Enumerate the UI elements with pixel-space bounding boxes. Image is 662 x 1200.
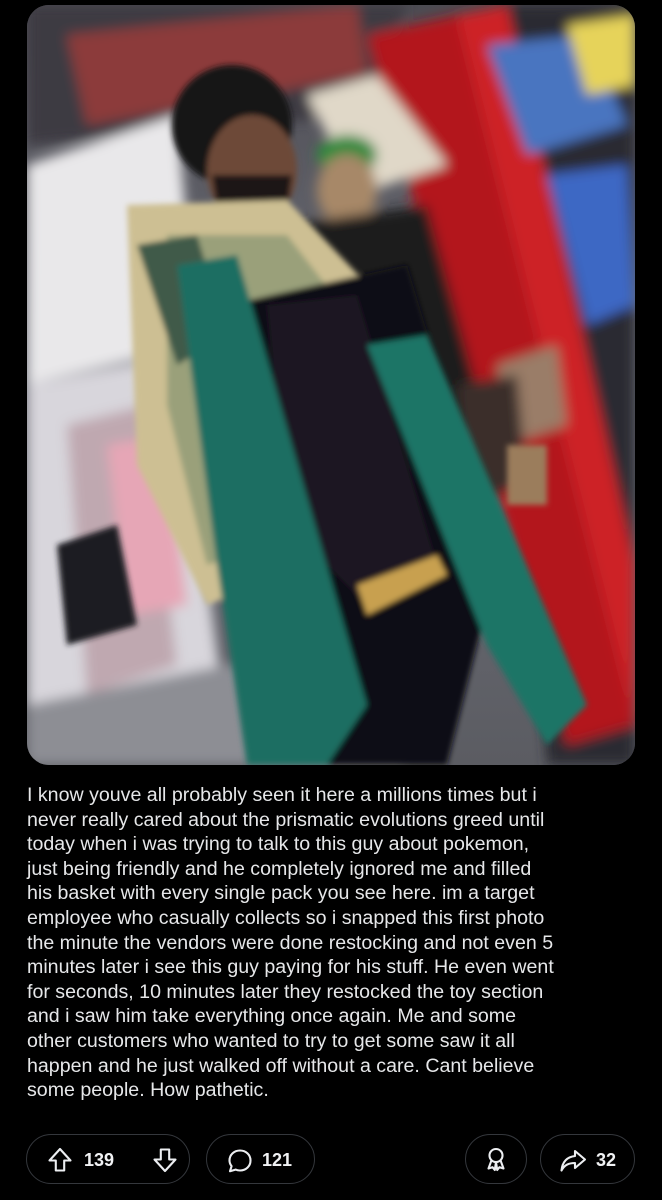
award-button[interactable] [465, 1134, 527, 1184]
post-photo [27, 5, 635, 765]
share-count: 32 [596, 1150, 617, 1170]
share-button[interactable]: 32 [540, 1134, 635, 1184]
comment-button[interactable]: 121 [206, 1134, 315, 1184]
share-arrow-icon [559, 1148, 587, 1174]
post-action-bar: 139 121 32 [0, 1134, 662, 1186]
comment-bubble-icon [227, 1148, 253, 1174]
downvote-arrow-icon[interactable] [152, 1147, 178, 1173]
comment-count: 121 [262, 1150, 293, 1170]
award-ribbon-icon [483, 1146, 509, 1172]
post-body-text: I know youve all probably seen it here a… [27, 784, 554, 1102]
vote-control: 139 [26, 1134, 190, 1184]
upvote-arrow-icon[interactable] [47, 1147, 73, 1173]
upvote-count: 139 [84, 1150, 115, 1170]
post-image[interactable] [27, 5, 635, 765]
